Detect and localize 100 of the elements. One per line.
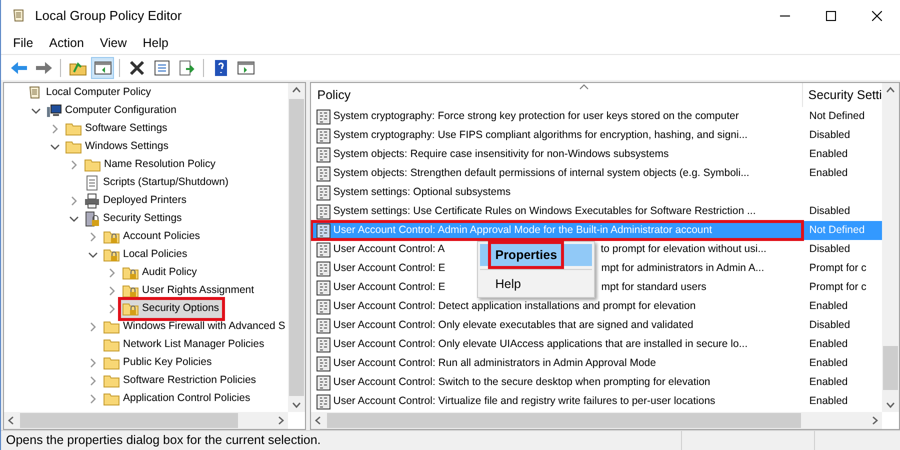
table-cell-text: User Account Control: Switch to the secure desktop when prompting for elevation — [333, 374, 710, 390]
menu-item[interactable]: Action — [43, 34, 90, 52]
table-cell-text: Enabled — [808, 146, 848, 162]
tree-item[interactable]: Local Policies — [102, 246, 190, 264]
table-cell-text: User Account Control: E — [333, 280, 446, 295]
table-cell-text: System settings: Optional subsystems — [333, 184, 511, 200]
table-cell-text: Disabled — [808, 128, 850, 143]
tree-item[interactable]: Windows Firewall with Advanced S — [102, 318, 288, 336]
chevron-down-icon[interactable] — [31, 106, 41, 116]
menu-item[interactable]: View — [94, 34, 133, 52]
chevron-down-icon[interactable] — [88, 250, 98, 260]
tree-item[interactable]: Name Resolution Policy — [83, 156, 218, 174]
chevron-right-icon[interactable] — [107, 304, 117, 314]
folder-icon — [103, 319, 120, 335]
folder-icon — [103, 373, 120, 389]
column-header[interactable]: Security Setti — [803, 83, 882, 107]
locked-folder-icon — [122, 283, 139, 299]
chevron-right-icon[interactable] — [69, 196, 79, 206]
table-cell-text: User Account Control: Only elevate UIAccess applications that are installed in secure lo... — [333, 336, 748, 352]
table-cell-text: System objects: Strengthen default permissions of internal system objects (e.g. Symboli... — [333, 166, 750, 181]
table-cell-text: Prompt for c — [808, 260, 866, 276]
scrollbar-thumb[interactable] — [289, 99, 304, 396]
tree-item[interactable]: Computer Configuration — [45, 102, 180, 120]
chevron-right-icon[interactable] — [50, 124, 60, 134]
properties-icon — [152, 60, 170, 76]
table-cell-text: Not Defined — [808, 108, 865, 124]
table-cell-text: Not Defined — [808, 222, 865, 238]
chevron-right-icon[interactable] — [88, 322, 98, 332]
chevron-right-icon[interactable] — [88, 358, 98, 368]
tree-item[interactable]: Local Computer Policy — [26, 84, 154, 102]
maximize-icon — [826, 11, 836, 21]
export-list-icon — [178, 60, 196, 76]
table-cell-text: User Account Control: Run all administrators in Admin Approval Mode — [333, 356, 656, 371]
printer-icon — [84, 193, 100, 209]
menu-item[interactable]: Properties — [480, 244, 592, 266]
scrollbar-thumb[interactable] — [327, 413, 802, 428]
locked-folder-icon — [103, 247, 120, 263]
menu-item[interactable]: Help — [480, 273, 592, 295]
chevron-right-icon[interactable] — [88, 376, 98, 386]
tree-item[interactable]: Software Restriction Policies — [102, 372, 260, 390]
table-cell-text: System settings: Use Certificate Rules on Windows Executables for Software Restriction ... — [333, 204, 756, 219]
tree-item[interactable]: Deployed Printers — [83, 192, 190, 210]
folder-icon — [65, 139, 82, 155]
folder-icon — [103, 355, 120, 371]
chevron-right-icon[interactable] — [107, 268, 117, 278]
tree-item[interactable]: Security Options — [121, 300, 222, 318]
tree-item[interactable]: Security Settings — [83, 210, 185, 228]
table-cell-text: Enabled — [808, 356, 848, 371]
table-cell-text: mpt for standard users — [601, 280, 706, 295]
horizontal-scrollbar[interactable] — [311, 412, 882, 429]
chevron-right-icon[interactable] — [107, 286, 117, 296]
chevron-right-icon[interactable] — [88, 394, 98, 404]
table-cell-text: User Account Control: Detect application installations and prompt for elevation — [333, 298, 696, 314]
tree-item[interactable]: Account Policies — [102, 228, 204, 246]
script-icon — [84, 175, 100, 191]
tree-item[interactable]: Scripts (Startup/Shutdown) — [83, 174, 232, 192]
chevron-down-icon[interactable] — [50, 142, 60, 152]
table-cell-text: User Account Control: E — [333, 260, 446, 276]
vertical-scrollbar[interactable] — [288, 83, 306, 412]
menu-item[interactable]: Help — [136, 34, 174, 52]
forward-arrow-icon — [34, 60, 52, 76]
tree-item[interactable]: User Rights Assignment — [121, 282, 258, 300]
tree-item[interactable]: Public Key Policies — [102, 354, 215, 372]
chevron-right-icon[interactable] — [69, 160, 79, 170]
tree-item[interactable]: Audit Policy — [121, 264, 200, 282]
scrollbar-thumb[interactable] — [20, 413, 238, 428]
table-cell-text: Disabled — [808, 242, 850, 257]
chevron-right-icon[interactable] — [88, 232, 98, 242]
table-cell-text: Disabled — [808, 318, 850, 333]
table-cell-text: System cryptography: Use FIPS compliant algorithms for encryption, hashing, and signi... — [333, 128, 748, 143]
horizontal-scrollbar[interactable] — [4, 412, 288, 429]
delete-icon — [128, 60, 146, 76]
table-cell-text: System objects: Require case insensitivity for non-Windows subsystems — [333, 146, 669, 162]
locked-folder-icon — [122, 301, 139, 317]
table-cell-text: Enabled — [808, 394, 848, 409]
computer-icon — [46, 103, 62, 119]
folder-icon — [84, 157, 101, 173]
scrollbar-thumb[interactable] — [882, 346, 898, 390]
pane-icon — [236, 60, 254, 76]
locked-folder-icon — [103, 229, 120, 245]
tree-item[interactable]: Software Settings — [64, 120, 170, 138]
pane-icon — [94, 60, 112, 76]
table-cell-text: User Account Control: Admin Approval Mode for the Built-in Administrator account — [333, 222, 712, 238]
tree-item[interactable]: Network List Manager Policies — [102, 336, 268, 354]
menu-item[interactable]: File — [7, 34, 40, 52]
toolbar-button[interactable] — [91, 56, 114, 78]
table-cell-text: System cryptography: Force strong key protection for user keys stored on the computer — [333, 108, 739, 124]
close-icon — [872, 11, 882, 21]
chevron-down-icon[interactable] — [69, 214, 79, 224]
vertical-scrollbar[interactable] — [882, 83, 899, 412]
folder-icon — [103, 391, 120, 407]
column-header[interactable]: Policy — [311, 83, 804, 107]
tree-item[interactable]: Windows Settings — [64, 138, 172, 156]
table-cell-text: Prompt for c — [808, 280, 866, 295]
tree-item[interactable]: Application Control Policies — [102, 390, 254, 408]
table-cell-text: Disabled — [808, 204, 850, 219]
sort-caret-icon — [579, 84, 590, 90]
server-lock-icon — [84, 211, 100, 227]
table-cell-text: Enabled — [808, 336, 848, 352]
folder-up-icon — [68, 60, 86, 76]
